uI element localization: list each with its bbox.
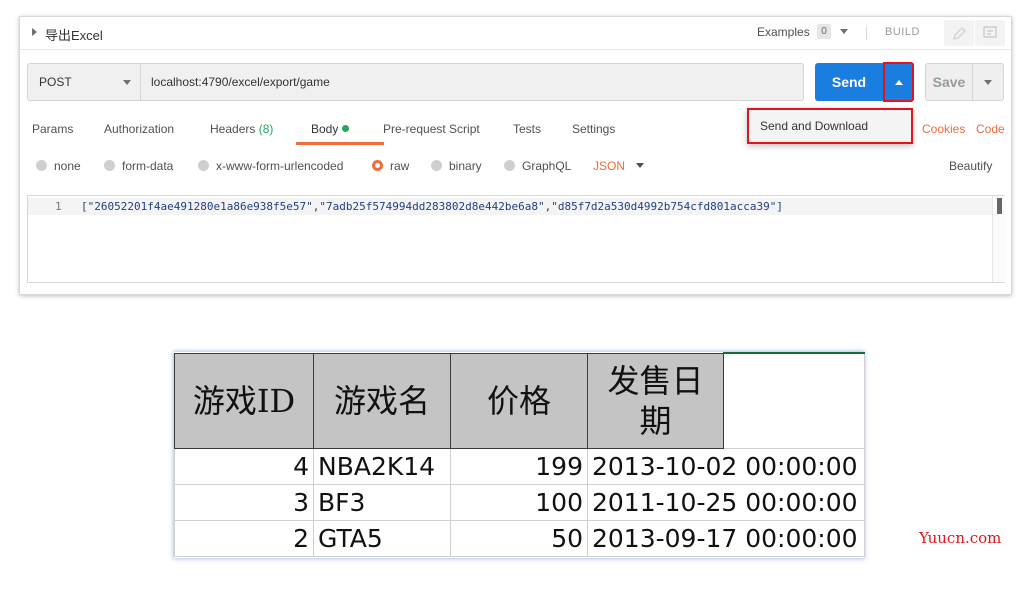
radio-icon xyxy=(504,160,515,171)
request-title-bar: 导出Excel Examples 0 BUILD xyxy=(20,17,1011,49)
radio-label: raw xyxy=(390,159,410,173)
cell-name[interactable]: GTA5 xyxy=(313,519,451,557)
header-cell-id[interactable]: 游戏ID xyxy=(174,352,314,449)
radio-none[interactable]: none xyxy=(36,159,81,173)
radio-icon xyxy=(104,160,115,171)
collapse-arrow-icon[interactable] xyxy=(32,28,37,36)
tab-params[interactable]: Params xyxy=(32,122,73,136)
radio-form-data[interactable]: form-data xyxy=(104,159,173,173)
format-select[interactable]: JSON xyxy=(593,159,625,173)
headers-count: (8) xyxy=(258,122,274,136)
header-cell-date[interactable]: 发售日期 xyxy=(587,352,724,449)
cell-price[interactable]: 199 xyxy=(450,447,588,485)
excel-table: 游戏ID 游戏名 价格 发售日期 4 NBA2K14 199 2013-10-0… xyxy=(174,352,865,557)
request-title[interactable]: 导出Excel xyxy=(45,25,103,44)
scrollbar-thumb[interactable] xyxy=(997,198,1002,214)
cell-date[interactable]: 2013-09-17 00:00:00 xyxy=(587,519,865,557)
radio-binary[interactable]: binary xyxy=(431,159,482,173)
chevron-down-icon xyxy=(123,80,131,85)
send-options-button[interactable] xyxy=(883,62,914,102)
tab-tests[interactable]: Tests xyxy=(513,122,541,136)
cell-id[interactable]: 4 xyxy=(174,447,314,485)
comment-icon xyxy=(983,26,997,38)
active-tab-indicator xyxy=(296,142,384,145)
active-dot-icon xyxy=(342,125,350,132)
cookies-link[interactable]: Cookies xyxy=(922,122,965,136)
send-and-download-item[interactable]: Send and Download xyxy=(760,119,868,133)
chevron-down-icon xyxy=(984,80,992,85)
radio-graphql[interactable]: GraphQL xyxy=(504,159,571,173)
examples-count-badge: 0 xyxy=(817,24,831,39)
radio-selected-icon xyxy=(372,160,383,171)
radio-label: x-www-form-urlencoded xyxy=(216,159,344,173)
divider xyxy=(866,26,867,40)
cell-price[interactable]: 100 xyxy=(450,483,588,521)
comments-button[interactable] xyxy=(975,20,1005,46)
examples-button[interactable]: Examples xyxy=(757,25,810,39)
radio-icon xyxy=(36,160,47,171)
send-button[interactable]: Send xyxy=(815,63,883,101)
code-link[interactable]: Code xyxy=(976,122,1005,136)
caret-up-icon xyxy=(895,80,903,85)
body-editor[interactable]: 1 ["26052201f4ae491280e1a86e938f5e57","7… xyxy=(27,195,1006,283)
cell-name[interactable]: BF3 xyxy=(313,483,451,521)
chevron-down-icon[interactable] xyxy=(840,29,848,34)
cell-date[interactable]: 2011-10-25 00:00:00 xyxy=(587,483,865,521)
header-row: 游戏ID 游戏名 价格 发售日期 xyxy=(174,352,865,449)
save-button[interactable]: Save xyxy=(925,63,972,101)
table-row: 3 BF3 100 2011-10-25 00:00:00 xyxy=(174,483,865,521)
tab-settings[interactable]: Settings xyxy=(572,122,615,136)
watermark: Yuucn.com xyxy=(919,529,1002,547)
cell-date[interactable]: 2013-10-02 00:00:00 xyxy=(587,447,865,485)
empty-cell[interactable] xyxy=(723,352,865,449)
build-button[interactable]: BUILD xyxy=(885,26,920,38)
excel-result-sheet: 游戏ID 游戏名 价格 发售日期 4 NBA2K14 199 2013-10-0… xyxy=(174,352,865,558)
method-value: POST xyxy=(39,75,72,89)
table-row: 4 NBA2K14 199 2013-10-02 00:00:00 xyxy=(174,447,865,485)
table-row: 2 GTA5 50 2013-09-17 00:00:00 xyxy=(174,519,865,557)
tab-prerequest-script[interactable]: Pre-request Script xyxy=(383,122,480,136)
method-select[interactable]: POST xyxy=(27,63,141,101)
cell-id[interactable]: 2 xyxy=(174,519,314,557)
tab-authorization[interactable]: Authorization xyxy=(104,122,174,136)
cell-price[interactable]: 50 xyxy=(450,519,588,557)
header-cell-name[interactable]: 游戏名 xyxy=(313,352,451,449)
header-cell-price[interactable]: 价格 xyxy=(450,352,588,449)
tab-headers[interactable]: Headers (8) xyxy=(210,122,273,136)
radio-icon xyxy=(198,160,209,171)
radio-label: none xyxy=(54,159,81,173)
radio-raw[interactable]: raw xyxy=(372,159,409,173)
tab-body[interactable]: Body xyxy=(311,122,350,136)
edit-button[interactable] xyxy=(944,20,974,46)
chevron-down-icon[interactable] xyxy=(636,163,644,168)
line-number: 1 xyxy=(55,200,62,213)
url-value: localhost:4790/excel/export/game xyxy=(151,75,330,89)
pencil-icon xyxy=(953,27,966,40)
tab-body-label: Body xyxy=(311,122,339,136)
radio-label: binary xyxy=(449,159,482,173)
save-options-button[interactable] xyxy=(972,63,1004,101)
cell-id[interactable]: 3 xyxy=(174,483,314,521)
url-input[interactable]: localhost:4790/excel/export/game xyxy=(141,63,804,101)
code-line[interactable]: ["26052201f4ae491280e1a86e938f5e57","7ad… xyxy=(81,200,783,213)
radio-x-www-form-urlencoded[interactable]: x-www-form-urlencoded xyxy=(198,159,343,173)
radio-icon xyxy=(431,160,442,171)
divider xyxy=(20,49,1011,50)
tab-headers-label: Headers xyxy=(210,122,256,136)
editor-scrollbar[interactable] xyxy=(992,196,1006,282)
postman-request-panel: 导出Excel Examples 0 BUILD POST localhost:… xyxy=(19,16,1012,295)
beautify-link[interactable]: Beautify xyxy=(949,159,992,173)
cell-name[interactable]: NBA2K14 xyxy=(313,447,451,485)
radio-label: form-data xyxy=(122,159,174,173)
radio-label: GraphQL xyxy=(522,159,572,173)
send-dropdown-menu: Send and Download xyxy=(747,108,913,144)
